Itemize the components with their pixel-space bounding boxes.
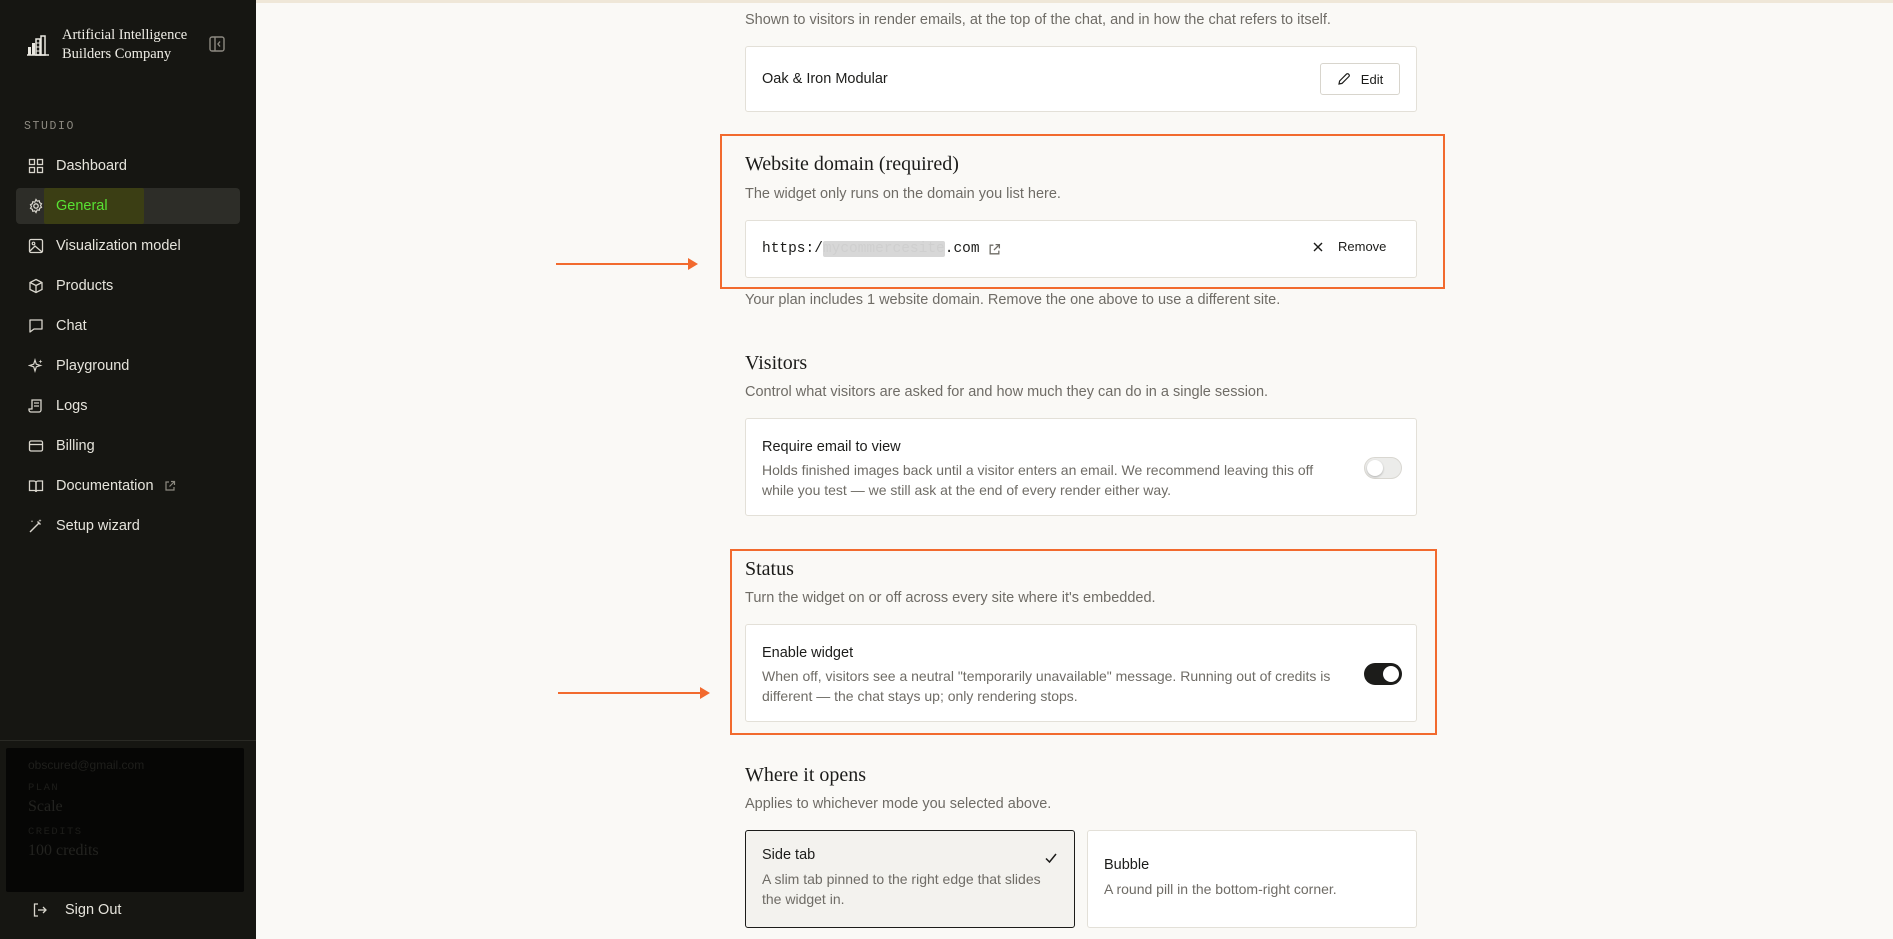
dashboard-icon [28,158,44,174]
option-description: A slim tab pinned to the right edge that… [762,871,1041,907]
account-email: obscured@gmail.com [28,758,145,772]
brand-name-value: Oak & Iron Modular [762,71,888,87]
sidebar-item-general[interactable]: General [16,188,240,224]
open-section-description: Applies to whichever mode you selected a… [745,796,1052,812]
external-link-icon [164,480,175,491]
name-section-description: Shown to visitors in render emails, at t… [745,12,1331,28]
domain-section-title: Website domain (required) [745,153,959,175]
sidebar-item-logs[interactable]: Logs [16,388,240,424]
sidebar-item-label: Chat [56,318,87,334]
book-icon [28,480,44,493]
domain-section-description: The widget only runs on the domain you l… [745,186,1061,202]
option-side-tab[interactable]: Side tab A slim tab pinned to the right … [745,830,1075,928]
sidebar-item-label: Setup wizard [56,518,140,534]
open-section-title: Where it opens [745,764,867,786]
sign-out-button[interactable]: Sign Out [32,902,121,918]
wand-icon [29,519,42,533]
top-border [256,0,1893,3]
account-panel: obscured@gmail.com PLAN Scale CREDITS 10… [6,748,244,892]
sidebar-item-setup-wizard[interactable]: Setup wizard [16,508,240,544]
domain-url[interactable]: https:/mycommercesite .com [762,241,1001,257]
domain-plan-note: Your plan includes 1 website domain. Rem… [745,292,1281,308]
sidebar-item-playground[interactable]: Playground [16,348,240,384]
sidebar-item-label: Playground [56,358,130,374]
visitors-section-description: Control what visitors are asked for and … [745,384,1269,400]
status-section-title: Status [745,558,794,580]
sidebar-item-dashboard[interactable]: Dashboard [16,148,240,184]
plan-label: PLAN [28,782,60,794]
require-email-description: Holds finished images back until a visit… [762,462,1314,498]
collapse-sidebar-icon[interactable] [208,35,226,53]
nav-section-label: STUDIO [24,120,76,133]
require-email-toggle[interactable] [1364,457,1402,479]
require-email-title: Require email to view [762,439,901,455]
chat-icon [29,319,43,333]
brand[interactable]: Artificial Intelligence Builders Company [26,26,202,64]
enable-widget-title: Enable widget [762,645,854,661]
enable-widget-description: When off, visitors see a neutral "tempor… [762,668,1331,704]
sidebar-item-label: Logs [56,398,88,414]
sparkle-icon [28,358,43,374]
brand-name-card: Oak & Iron Modular Edit [745,46,1417,112]
scroll-icon [28,399,42,413]
check-icon [1045,853,1057,864]
option-title: Bubble [1104,857,1150,873]
credits-value: 100 credits [28,842,99,859]
building-logo-icon [27,35,49,56]
option-description: A round pill in the bottom-right corner. [1104,881,1337,897]
toggle-knob [1383,666,1399,682]
gear-icon [29,198,43,214]
sidebar-item-label: General [56,198,108,214]
domain-url-redacted: mycommercesite [822,241,945,257]
box-icon [29,278,43,294]
credits-label: CREDITS [28,826,83,838]
sidebar-item-label: Billing [56,438,95,454]
sign-out-label: Sign Out [65,902,122,918]
remove-label: Remove [1338,239,1387,254]
sidebar-item-documentation[interactable]: Documentation [16,468,240,504]
annotation-arrow-domain [556,258,698,270]
option-bubble[interactable]: Bubble A round pill in the bottom-right … [1087,830,1417,928]
sidebar-item-label: Products [56,278,114,294]
annotation-arrow-status [558,687,710,699]
pencil-icon [1338,73,1350,85]
sidebar: Artificial Intelligence Builders Company… [0,0,256,939]
toggle-knob [1367,460,1383,476]
image-icon [28,238,44,254]
option-title: Side tab [762,847,816,863]
domain-card: https:/mycommercesite .com Remove [745,220,1417,278]
sidebar-item-label: Documentation [56,478,154,494]
visitors-section-title: Visitors [745,352,808,374]
edit-label: Edit [1360,71,1384,87]
remove-domain-button[interactable]: Remove [1312,239,1386,254]
sidebar-item-label: Visualization model [56,238,181,254]
sidebar-item-chat[interactable]: Chat [16,308,240,344]
edit-button[interactable]: Edit [1320,63,1400,95]
status-section-description: Turn the widget on or off across every s… [745,590,1156,606]
enable-widget-card: Enable widget When off, visitors see a n… [745,624,1417,722]
card-icon [28,440,44,452]
plan-value: Scale [28,798,63,815]
brand-name: Artificial Intelligence Builders Company [62,27,188,62]
require-email-card: Require email to view Holds finished ima… [745,418,1417,516]
domain-url-prefix: https:/ [762,241,823,257]
account-divider [0,740,256,741]
logout-icon [33,903,47,917]
external-link-icon[interactable] [988,243,1001,256]
enable-widget-toggle[interactable] [1364,663,1402,685]
close-icon [1313,242,1323,251]
sidebar-nav: Dashboard General Visualization model Pr… [16,148,240,548]
domain-url-suffix: .com [944,241,980,257]
sidebar-item-billing[interactable]: Billing [16,428,240,464]
sidebar-item-products[interactable]: Products [16,268,240,304]
sidebar-item-visualization-model[interactable]: Visualization model [16,228,240,264]
sidebar-item-label: Dashboard [56,158,127,174]
